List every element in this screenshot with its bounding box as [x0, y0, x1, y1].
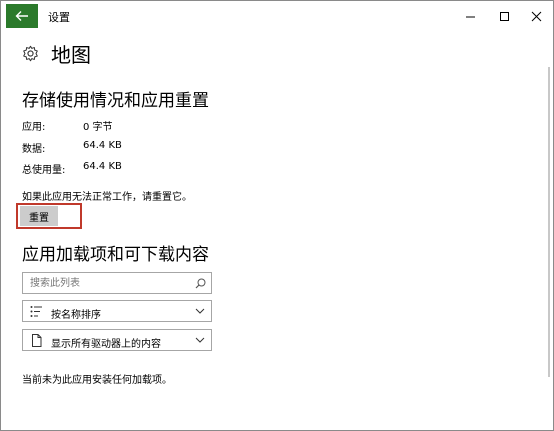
filter-selected-value: 显示所有驱动器上的内容 — [51, 339, 161, 350]
gear-icon — [23, 45, 38, 62]
page-title: 地图 — [51, 43, 91, 67]
maximize-icon — [499, 11, 509, 21]
sort-icon — [30, 306, 42, 317]
reset-hint: 如果此应用无法正常工作，请重置它。 — [22, 192, 192, 203]
close-button[interactable] — [520, 5, 552, 27]
minimize-icon — [465, 16, 475, 17]
document-icon — [32, 334, 42, 347]
total-size-value: 64.4 KB — [83, 161, 122, 172]
data-size-value: 64.4 KB — [83, 140, 122, 151]
search-icon[interactable] — [195, 278, 206, 289]
settings-window: 设置 地图 存储使用情况和应用重置 应用: 0 字节 数据: 64.4 KB 总… — [0, 0, 554, 431]
minimize-button[interactable] — [454, 5, 486, 27]
chevron-down-icon — [195, 308, 205, 314]
total-size-label: 总使用量: — [22, 165, 66, 176]
app-size-value: 0 字节 — [83, 122, 113, 133]
title-bar: 设置 — [1, 1, 553, 31]
sort-dropdown[interactable]: 按名称排序 — [22, 300, 212, 322]
close-icon — [531, 11, 541, 21]
search-input[interactable] — [30, 274, 190, 292]
chevron-down-icon — [195, 337, 205, 343]
app-size-label: 应用: — [22, 122, 46, 133]
storage-section-title: 存储使用情况和应用重置 — [22, 91, 209, 111]
scrollbar[interactable] — [548, 67, 550, 377]
search-box — [22, 272, 212, 294]
data-size-label: 数据: — [22, 144, 46, 155]
sort-selected-value: 按名称排序 — [51, 310, 101, 321]
filter-dropdown[interactable]: 显示所有驱动器上的内容 — [22, 329, 212, 351]
no-addons-note: 当前未为此应用安装任何加载项。 — [22, 375, 172, 386]
maximize-button[interactable] — [488, 5, 520, 27]
back-arrow-icon — [15, 11, 28, 21]
back-button[interactable] — [6, 4, 38, 28]
addons-section-title: 应用加载项和可下载内容 — [22, 245, 209, 265]
window-title: 设置 — [48, 11, 70, 24]
reset-button[interactable]: 重置 — [20, 206, 58, 226]
